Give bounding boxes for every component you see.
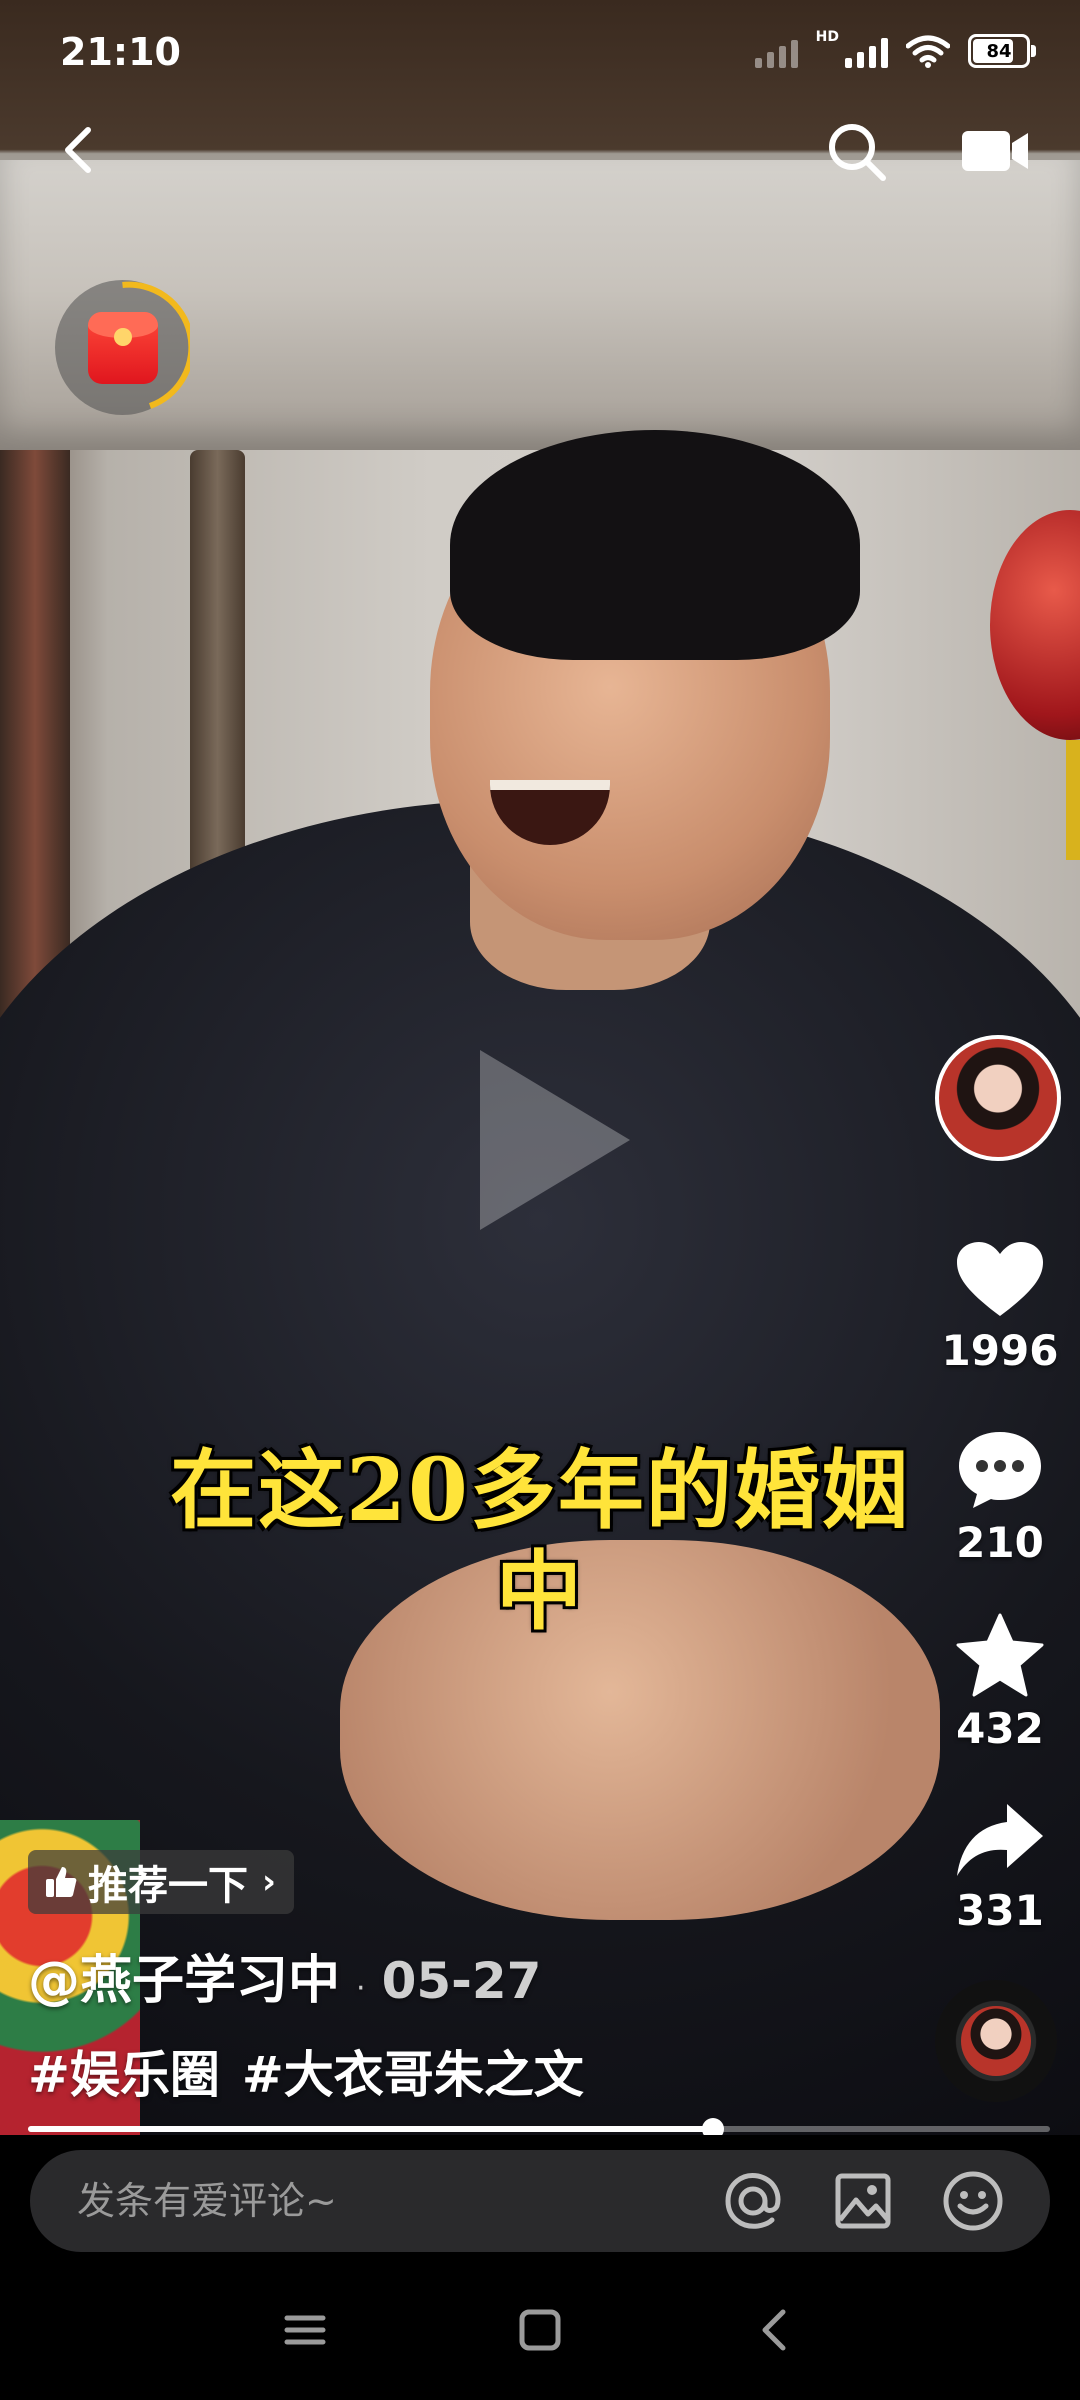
video-progress-bar[interactable] xyxy=(28,2118,1050,2140)
wifi-icon xyxy=(906,35,950,68)
at-icon[interactable] xyxy=(720,2168,786,2234)
subtitle-line: 在这20多年的婚姻 xyxy=(170,1440,910,1541)
status-icons: HD 84 xyxy=(754,29,1036,68)
share-count: 331 xyxy=(956,1886,1044,1935)
emoji-icon[interactable] xyxy=(940,2168,1006,2234)
progress-fill xyxy=(28,2126,713,2132)
play-icon[interactable] xyxy=(480,1050,630,1230)
post-date: 05-27 xyxy=(381,1952,542,2010)
hashtag[interactable]: #大衣哥朱之文 xyxy=(242,2035,584,2107)
image-icon[interactable] xyxy=(830,2168,896,2234)
red-packet-widget[interactable] xyxy=(55,280,190,415)
battery-level: 84 xyxy=(986,40,1012,62)
thumbs-up-icon xyxy=(46,1867,77,1897)
subtitle-line: 中 xyxy=(496,1541,584,1643)
music-cover xyxy=(961,2006,1031,2076)
scene-tassel xyxy=(1066,740,1080,860)
battery-icon: 84 xyxy=(968,34,1036,68)
favorite-count: 432 xyxy=(956,1704,1044,1753)
status-bar: 21:10 HD 84 xyxy=(0,0,1080,110)
home-square-icon[interactable] xyxy=(510,2300,570,2360)
system-nav-bar xyxy=(0,2260,1080,2400)
menu-icon[interactable] xyxy=(275,2300,335,2360)
search-icon[interactable] xyxy=(825,120,889,184)
share-button[interactable]: 331 xyxy=(935,1800,1065,1935)
nav-back-icon[interactable] xyxy=(745,2300,805,2360)
like-count: 1996 xyxy=(941,1326,1059,1375)
signal-icon xyxy=(845,34,888,68)
status-time: 21:10 xyxy=(60,30,181,74)
chevron-right-icon: › xyxy=(262,1862,277,1902)
music-disc[interactable] xyxy=(935,1980,1057,2102)
recommend-button[interactable]: 推荐一下 › xyxy=(28,1850,295,1914)
comment-bar xyxy=(30,2150,1050,2252)
like-button[interactable]: 1996 xyxy=(935,1240,1065,1375)
heart-icon xyxy=(957,1242,1043,1316)
comment-area xyxy=(0,2135,1080,2260)
red-packet-icon xyxy=(88,312,158,384)
hashtag[interactable]: #娱乐圈 xyxy=(28,2035,220,2107)
signal-icon-secondary xyxy=(754,34,798,68)
recommend-label: 推荐一下 xyxy=(88,1863,248,1909)
scene-hair xyxy=(450,430,860,660)
share-arrow-icon xyxy=(957,1804,1043,1876)
comment-input[interactable] xyxy=(75,2178,720,2224)
back-arrow-icon[interactable] xyxy=(50,120,110,180)
author-line: @燕子学习中 · 05-27 xyxy=(28,1938,541,2013)
author-avatar[interactable] xyxy=(935,1035,1061,1161)
hashtag-list: #娱乐圈 #大衣哥朱之文 xyxy=(28,2035,584,2107)
separator: · xyxy=(356,1971,366,2006)
network-label: HD xyxy=(815,29,839,45)
video-subtitle: 在这20多年的婚姻 中 xyxy=(90,1440,990,1643)
video-camera-icon[interactable] xyxy=(960,125,1030,177)
author-name[interactable]: @燕子学习中 xyxy=(28,1938,340,2013)
